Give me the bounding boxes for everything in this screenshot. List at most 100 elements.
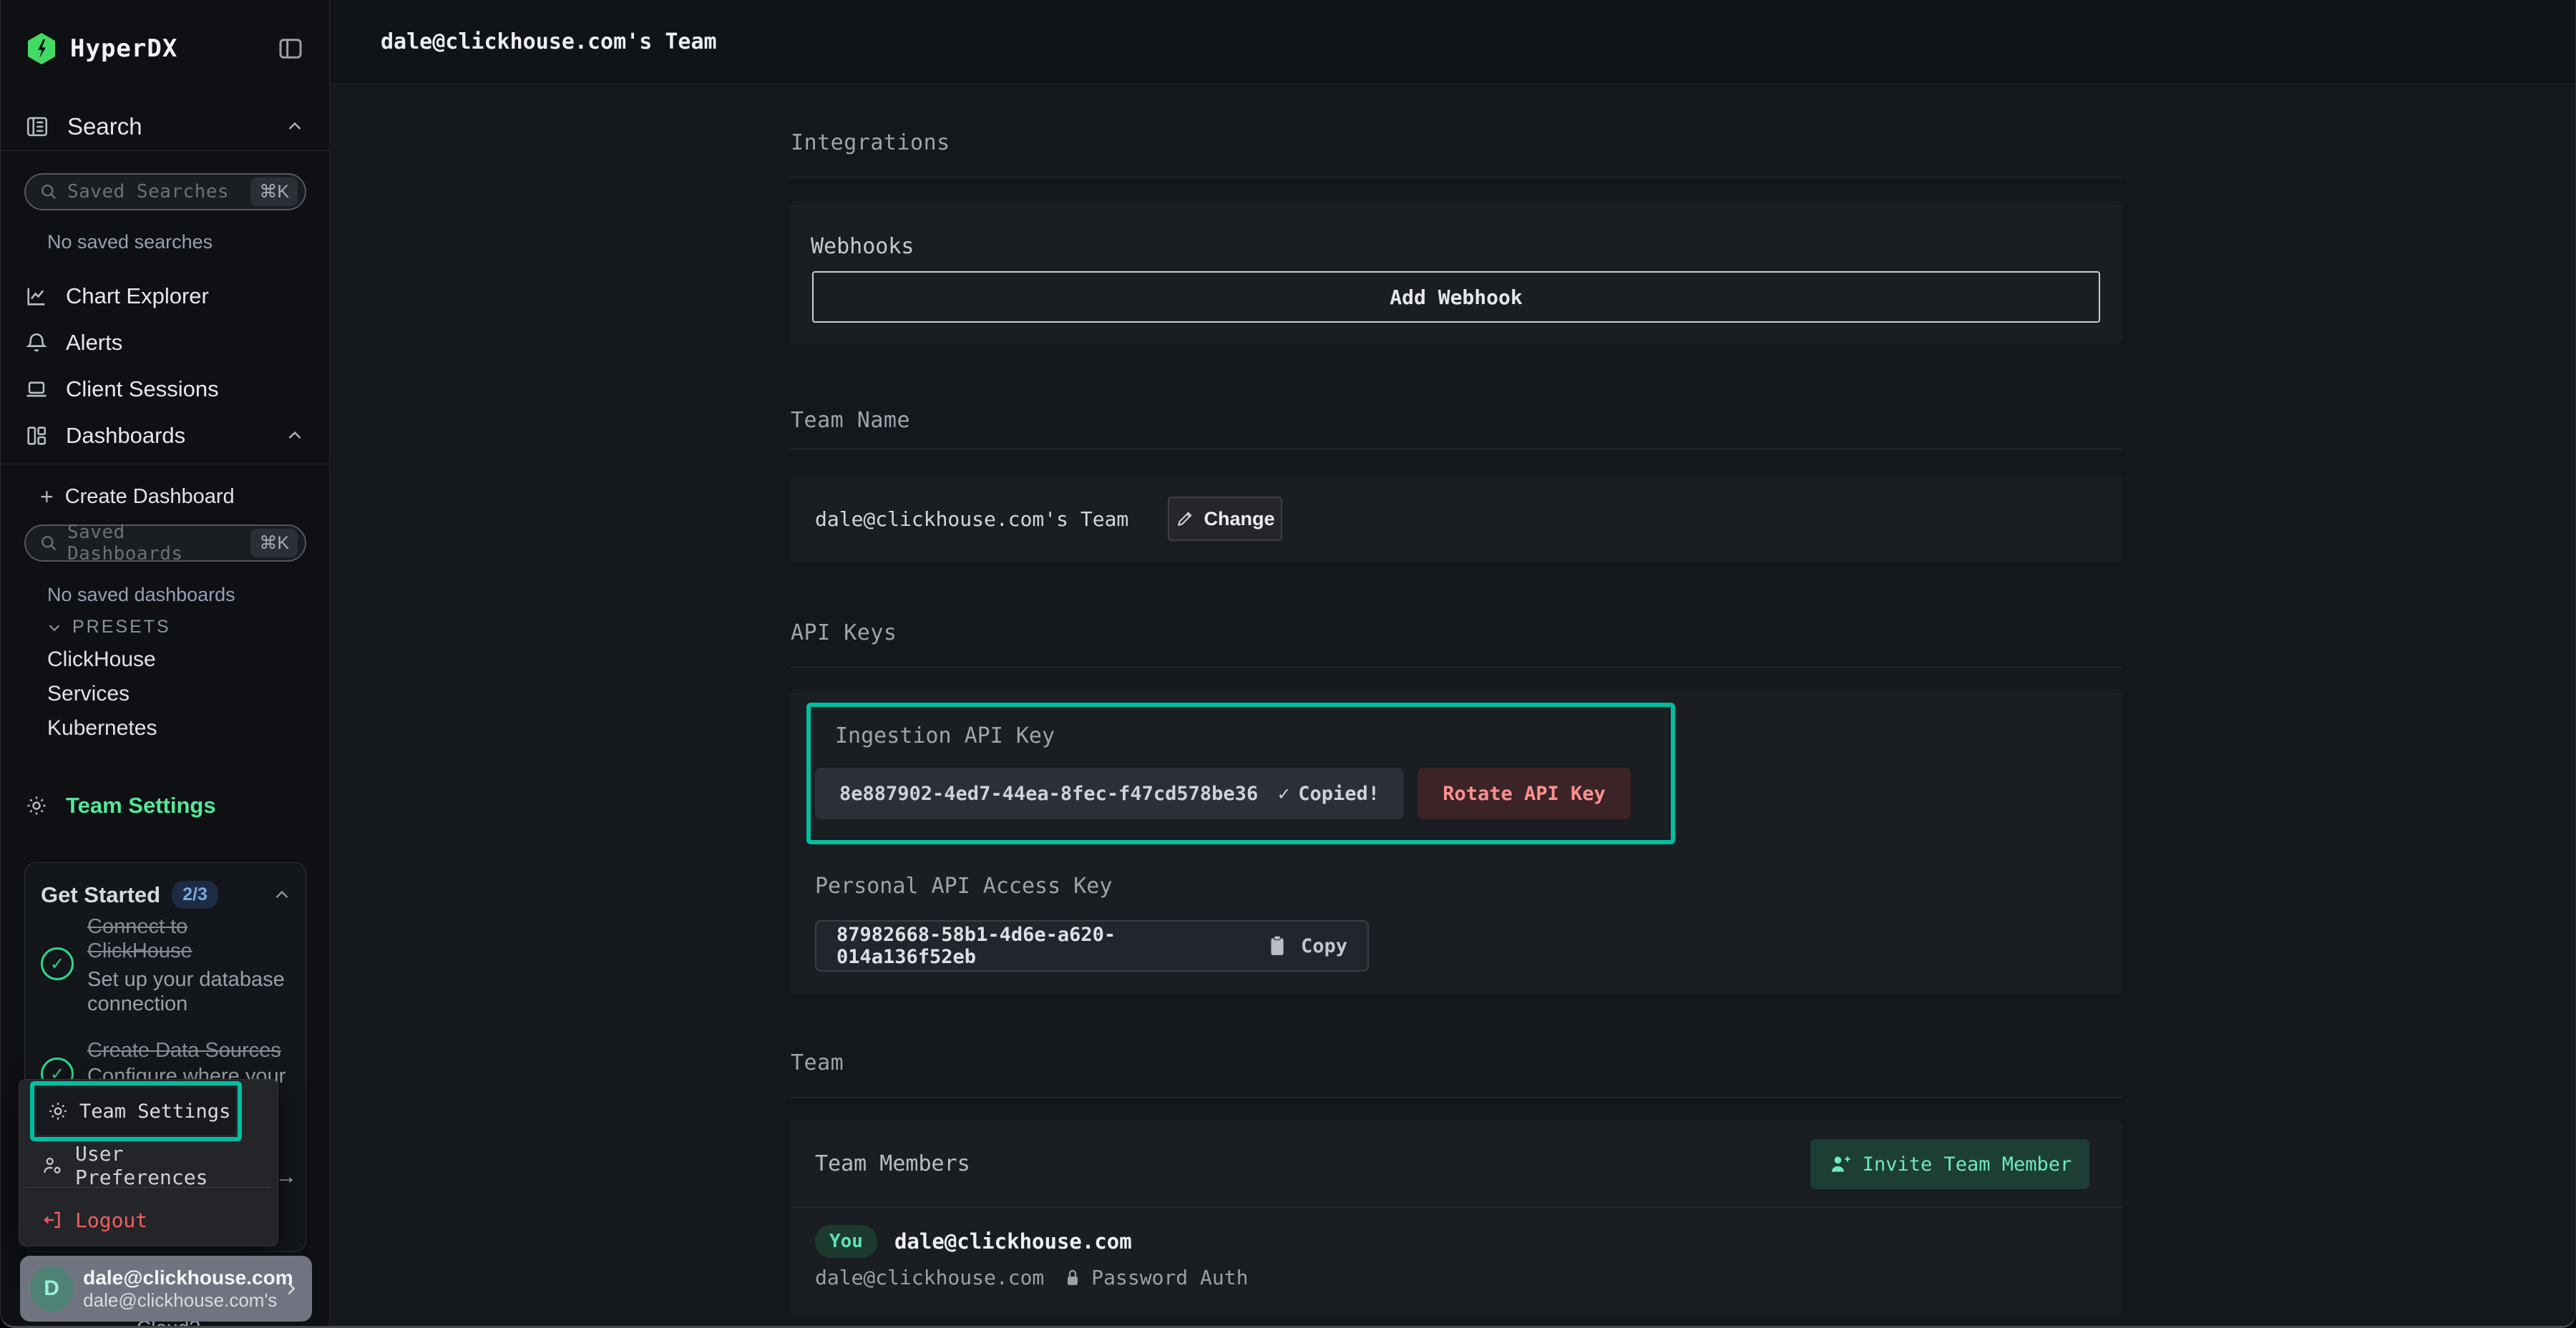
sidebar-item-client-sessions[interactable]: Client Sessions [24, 371, 306, 408]
webhooks-card: Webhooks Add Webhook [791, 201, 2122, 344]
api-keys-card: Ingestion API Key 8e887902-4ed7-44ea-8fe… [791, 689, 2122, 994]
search-section-label: Search [67, 113, 142, 140]
user-plus-icon [1828, 1152, 1853, 1176]
rotate-api-key-button[interactable]: Rotate API Key [1418, 768, 1631, 819]
member-row: You dale@clickhouse.com [815, 1225, 1132, 1258]
saved-searches-input[interactable]: Saved Searches ⌘K [24, 173, 306, 210]
cmd-k-shortcut: ⌘K [250, 177, 298, 206]
team-name-card: dale@clickhouse.com's Team Change [791, 475, 2122, 562]
chevron-up-icon [284, 116, 306, 137]
invite-button-label: Invite Team Member [1863, 1153, 2072, 1176]
collapse-sidebar-icon[interactable] [275, 34, 306, 64]
integrations-heading: Integrations [791, 130, 950, 155]
nav-label: Alerts [66, 330, 122, 356]
saved-dashboards-placeholder: Saved Dashboards [67, 522, 250, 565]
team-members-card: Team Members Invite Team Member You dale… [791, 1120, 2122, 1315]
sidebar-item-clickhouse[interactable]: ClickHouse [47, 648, 156, 672]
logout-icon [41, 1209, 64, 1231]
sidebar-item-services[interactable]: Services [47, 682, 130, 706]
avatar: D [30, 1266, 73, 1312]
get-started-title: Get Started [41, 882, 160, 908]
presets-accordion-header[interactable]: PRESETS [45, 617, 171, 638]
menu-item-label: Logout [75, 1209, 147, 1232]
no-saved-searches-note: No saved searches [47, 231, 213, 253]
sidebar-item-chart-explorer[interactable]: Chart Explorer [24, 278, 306, 315]
team-members-title: Team Members [815, 1120, 970, 1208]
personal-key-chip[interactable]: 87982668-58b1-4d6e-a620-014a136f52eb Cop… [815, 920, 1369, 972]
check-icon: ✓ [1278, 783, 1289, 805]
chart-icon [24, 284, 49, 308]
chevron-up-icon [271, 884, 293, 906]
get-started-item-desc: Set up your database connection [87, 967, 288, 1016]
add-webhook-button[interactable]: Add Webhook [812, 271, 2100, 323]
personal-api-key-label: Personal API Access Key [815, 874, 1112, 899]
page-header: dale@clickhouse.com's Team [331, 0, 2575, 84]
cmd-k-shortcut: ⌘K [250, 529, 298, 557]
auth-method: Password Auth [1091, 1266, 1248, 1289]
hyperdx-logo-icon [24, 31, 59, 67]
no-saved-dashboards-note: No saved dashboards [47, 584, 235, 606]
copied-label: Copied! [1298, 783, 1380, 805]
menu-divider [25, 1187, 270, 1188]
sidebar: HyperDX Search Saved Searches ⌘K No save… [1, 0, 330, 1328]
member-details-row: dale@clickhouse.com Password Auth [815, 1266, 1248, 1289]
page-title: dale@clickhouse.com's Team [381, 29, 717, 54]
member-name: dale@clickhouse.com [894, 1229, 1132, 1254]
team-settings-label: Team Settings [66, 793, 216, 819]
check-glyph: ✓ [50, 954, 64, 975]
search-section-header[interactable]: Search [24, 109, 306, 145]
saved-searches-placeholder: Saved Searches [67, 181, 229, 202]
chevron-right-icon [280, 1278, 302, 1299]
app-window: HyperDX Search Saved Searches ⌘K No save… [0, 0, 2576, 1328]
sidebar-divider [1, 150, 329, 151]
sidebar-item-team-settings[interactable]: Team Settings [24, 793, 216, 819]
journal-icon [24, 114, 50, 140]
chevron-down-icon [45, 618, 64, 637]
menu-item-label: Team Settings [79, 1100, 230, 1123]
logo-wordmark: HyperDX [70, 34, 177, 63]
change-button-label: Change [1204, 508, 1274, 530]
sidebar-item-alerts[interactable]: Alerts [24, 324, 306, 361]
create-dashboard-button[interactable]: + Create Dashboard [40, 484, 235, 510]
team-name-value: dale@clickhouse.com's Team [815, 475, 1128, 562]
menu-item-user-preferences[interactable]: User Preferences [41, 1148, 268, 1183]
menu-item-logout[interactable]: Logout [41, 1203, 268, 1237]
you-badge: You [815, 1225, 877, 1258]
user-gear-icon [41, 1154, 64, 1177]
logo-row: HyperDX [24, 29, 306, 69]
ingestion-key-row: 8e887902-4ed7-44ea-8fec-f47cd578be36 ✓ C… [815, 768, 1631, 819]
lock-icon [1064, 1268, 1081, 1288]
copy-button[interactable]: Copy [1301, 935, 1347, 957]
sidebar-item-dashboards[interactable]: Dashboards [24, 417, 306, 454]
api-keys-heading: API Keys [791, 620, 897, 645]
user-team-name: dale@clickhouse.com's [83, 1289, 280, 1312]
get-started-header[interactable]: Get Started 2/3 [41, 881, 293, 909]
team-heading: Team [791, 1050, 844, 1075]
create-dashboard-label: Create Dashboard [65, 485, 235, 509]
team-name-heading: Team Name [791, 408, 910, 433]
section-divider [791, 667, 2122, 668]
gear-icon [47, 1100, 69, 1123]
account-menu-popup: Team Settings User Preferences Logout [19, 1079, 278, 1246]
get-started-item-title[interactable]: Connect to ClickHouse [87, 914, 288, 963]
sidebar-item-kubernetes[interactable]: Kubernetes [47, 716, 157, 741]
arrow-right-icon[interactable]: → [275, 1165, 297, 1189]
copied-status: ✓ Copied! [1278, 783, 1380, 805]
dashboard-grid-icon [24, 424, 49, 448]
webhooks-card-title: Webhooks [811, 234, 914, 259]
member-email: dale@clickhouse.com [815, 1266, 1044, 1289]
progress-badge: 2/3 [172, 881, 218, 909]
change-team-name-button[interactable]: Change [1168, 497, 1282, 541]
get-started-item-title[interactable]: Create Data Sources [87, 1038, 309, 1063]
saved-dashboards-input[interactable]: Saved Dashboards ⌘K [24, 524, 306, 562]
main-area: dale@clickhouse.com's Team Integrations … [331, 0, 2575, 1328]
team-members-header: Team Members Invite Team Member [791, 1120, 2122, 1208]
nav-label: Dashboards [66, 423, 185, 449]
user-account-chip[interactable]: D dale@clickhouse.com dale@clickhouse.co… [20, 1256, 312, 1322]
team-settings-highlight-annotation: Team Settings [30, 1081, 242, 1141]
nav-label: Chart Explorer [66, 283, 209, 309]
user-email: dale@clickhouse.com [83, 1266, 280, 1289]
ingestion-key-chip[interactable]: 8e887902-4ed7-44ea-8fec-f47cd578be36 ✓ C… [815, 768, 1404, 819]
menu-item-team-settings[interactable]: Team Settings [36, 1088, 235, 1135]
invite-team-member-button[interactable]: Invite Team Member [1810, 1139, 2089, 1189]
